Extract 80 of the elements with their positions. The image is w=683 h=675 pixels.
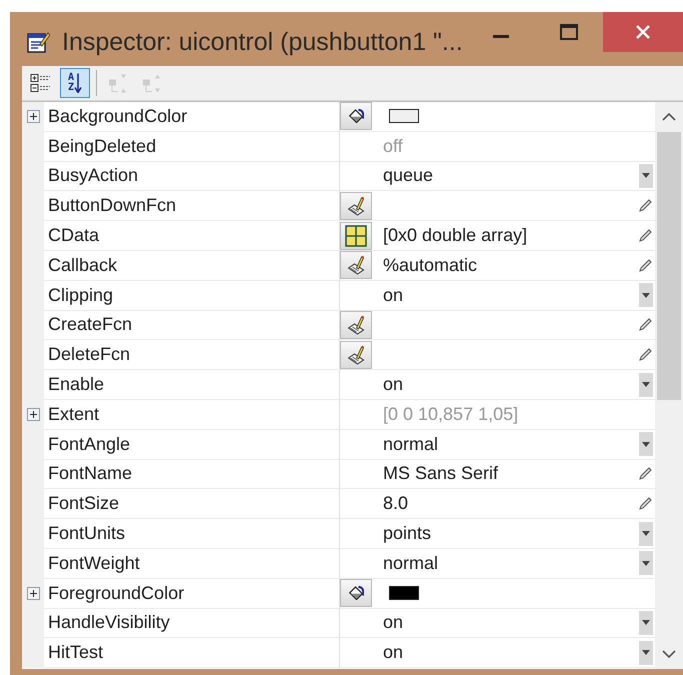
property-name: ForegroundColor (44, 578, 340, 609)
paint-bucket-icon (348, 586, 364, 600)
property-value: points (383, 523, 432, 544)
caret-icon (642, 620, 650, 626)
pencil-paper-icon (348, 255, 364, 276)
close-icon (636, 25, 650, 39)
pencil-icon[interactable] (639, 229, 652, 242)
caret-icon (642, 442, 650, 447)
property-name: Callback (44, 250, 340, 281)
property-value: queue (383, 165, 434, 186)
property-value: %automatic (383, 254, 478, 276)
vertical-scrollbar[interactable] (655, 102, 683, 669)
pencil-icon[interactable] (639, 348, 652, 362)
property-name: Clipping (44, 280, 340, 311)
property-value: 8.0 (383, 493, 408, 514)
property-name: HitTest (44, 638, 340, 668)
window-title: Inspector: uicontrol (pushbutton1 "... (62, 28, 463, 56)
property-name: BackgroundColor (44, 102, 340, 132)
caret-icon (642, 560, 650, 566)
property-name: FontAngle (44, 430, 340, 460)
dropdown-button[interactable] (639, 522, 653, 546)
caret-icon (642, 382, 650, 388)
dropdown-button[interactable] (639, 551, 653, 576)
caret-icon (642, 650, 650, 656)
property-name: ButtonDownFcn (44, 191, 340, 222)
property-value: normal (383, 434, 438, 455)
property-value: MS Sans Serif (383, 463, 498, 484)
sort-button[interactable]: A Z (60, 68, 90, 98)
scroll-down-icon[interactable] (662, 650, 676, 658)
property-name: FontWeight (44, 548, 340, 579)
expand-all-icon (109, 74, 127, 92)
expand-icon[interactable] (26, 587, 40, 600)
dropdown-button[interactable] (639, 610, 653, 635)
expand-icon[interactable] (26, 110, 40, 124)
collapse-all-icon (143, 74, 161, 92)
property-name: BusyAction (44, 162, 340, 192)
close-button[interactable] (603, 12, 683, 52)
scroll-up-icon[interactable] (662, 113, 676, 121)
property-name: FontName (44, 460, 340, 490)
dropdown-button[interactable] (639, 283, 653, 308)
minimize-icon (493, 34, 509, 38)
property-value: on (383, 612, 404, 634)
property-name: BeingDeleted (44, 132, 340, 162)
pencil-icon[interactable] (639, 258, 652, 272)
pencil-paper-icon (348, 344, 364, 365)
paint-bucket-icon (348, 109, 364, 124)
property-value: [0 0 10,857 1,05] (383, 404, 518, 425)
property-name: Enable (44, 370, 340, 400)
dropdown-button[interactable] (639, 640, 653, 665)
property-name: DeleteFcn (44, 340, 340, 370)
property-name: Extent (44, 400, 340, 430)
pencil-icon[interactable] (639, 199, 652, 212)
pencil-paper-icon (348, 314, 364, 335)
property-name: CreateFcn (44, 310, 340, 340)
property-name: FontSize (44, 489, 340, 520)
caret-icon (642, 173, 650, 178)
grid-icon (345, 224, 367, 247)
dropdown-button[interactable] (639, 164, 653, 188)
inspector-icon (26, 30, 50, 54)
dropdown-button[interactable] (639, 432, 653, 456)
property-name: FontUnits (44, 519, 340, 549)
caret-icon (642, 531, 650, 536)
property-value: on (383, 642, 404, 664)
property-name: CData (44, 221, 340, 251)
property-value: off (383, 136, 403, 157)
property-value: normal (383, 552, 438, 574)
property-value: [0x0 double array] (383, 225, 528, 246)
scrollbar-thumb[interactable] (657, 132, 681, 400)
property-value: on (383, 374, 404, 396)
pencil-icon[interactable] (639, 318, 652, 332)
pencil-icon[interactable] (639, 497, 652, 510)
pencil-icon[interactable] (639, 467, 652, 480)
down-arrow-icon (74, 73, 82, 93)
caret-icon (642, 292, 650, 298)
maximize-icon (560, 24, 578, 40)
dropdown-button[interactable] (639, 372, 653, 397)
property-value: on (383, 284, 404, 306)
categorized-list-icon (30, 74, 52, 92)
property-name: HandleVisibility (44, 608, 340, 638)
pencil-paper-icon (348, 196, 364, 216)
